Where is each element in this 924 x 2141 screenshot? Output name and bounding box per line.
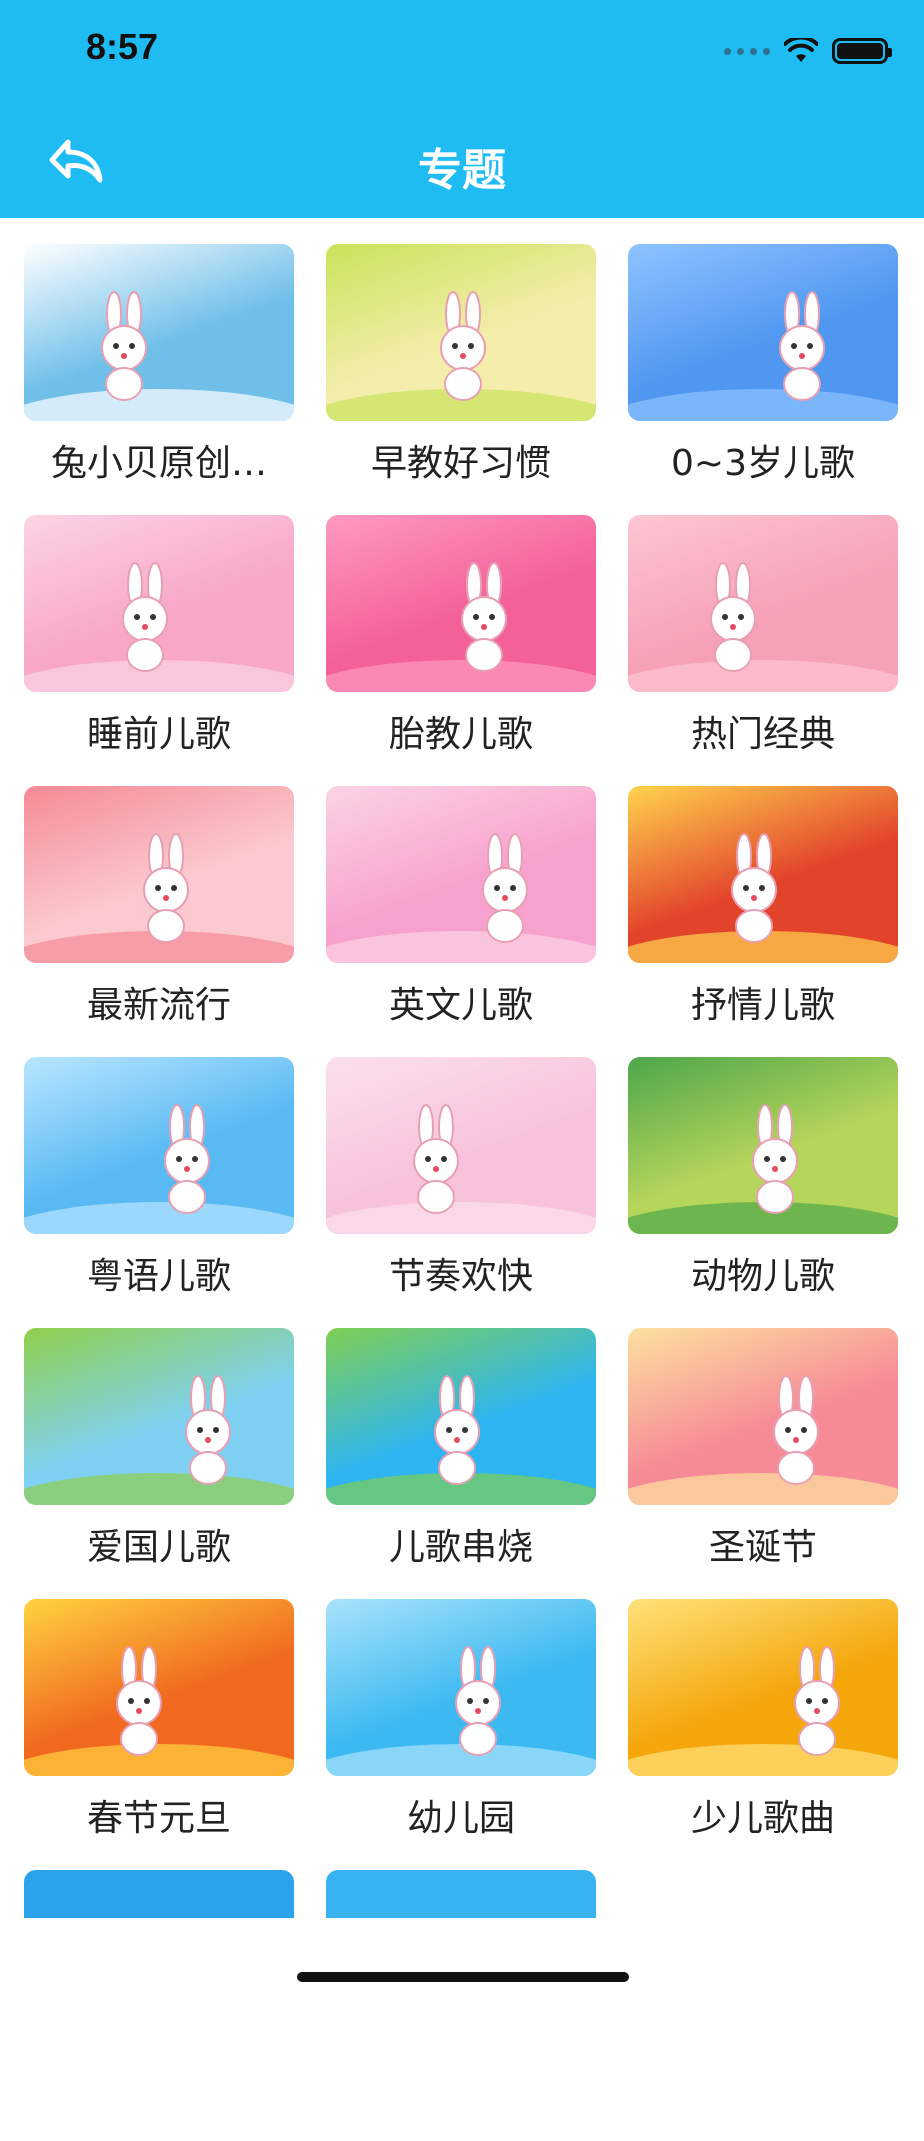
topic-thumbnail[interactable] xyxy=(24,1057,294,1234)
topic-label: 粤语儿歌 xyxy=(86,1256,231,1297)
bunny-illustration-icon xyxy=(24,1375,294,1505)
topic-card[interactable]: 幼儿园 xyxy=(326,1599,596,1870)
topic-card[interactable] xyxy=(326,1870,596,2141)
topic-card[interactable]: 抒情儿歌 xyxy=(628,786,898,1057)
topic-card[interactable]: 兔小贝原创… xyxy=(24,244,294,515)
wifi-icon xyxy=(784,38,818,62)
topic-label: 幼儿园 xyxy=(406,1798,515,1839)
topic-thumbnail[interactable] xyxy=(24,786,294,963)
bunny-illustration-icon xyxy=(326,1375,596,1505)
topic-card[interactable]: 儿歌串烧 xyxy=(326,1328,596,1599)
bunny-illustration-icon xyxy=(628,291,898,421)
topic-card[interactable]: 春节元旦 xyxy=(24,1599,294,1870)
bunny-illustration-icon xyxy=(628,1646,898,1776)
topic-thumbnail[interactable] xyxy=(326,515,596,692)
topic-card[interactable]: 少儿歌曲 xyxy=(628,1599,898,1870)
bunny-illustration-icon xyxy=(24,1646,294,1776)
cellular-signal-icon xyxy=(724,47,770,55)
bunny-illustration-icon xyxy=(326,562,596,692)
topic-card[interactable] xyxy=(24,1870,294,2141)
topic-label: 动物儿歌 xyxy=(690,1256,835,1297)
topic-label: 热门经典 xyxy=(690,714,835,755)
topic-thumbnail[interactable] xyxy=(326,1057,596,1234)
topic-label: 最新流行 xyxy=(86,985,231,1026)
topic-label: 睡前儿歌 xyxy=(86,714,231,755)
status-time: 8:57 xyxy=(86,26,159,67)
topic-card[interactable]: 早教好习惯 xyxy=(326,244,596,515)
topic-thumbnail[interactable] xyxy=(24,1870,294,1918)
topic-card[interactable]: 节奏欢快 xyxy=(326,1057,596,1328)
battery-icon xyxy=(832,38,892,64)
topic-thumbnail[interactable] xyxy=(326,1870,596,1918)
topic-card[interactable]: 最新流行 xyxy=(24,786,294,1057)
topic-card[interactable]: 英文儿歌 xyxy=(326,786,596,1057)
bunny-illustration-icon xyxy=(24,291,294,421)
bunny-illustration-icon xyxy=(24,562,294,692)
topic-thumbnail[interactable] xyxy=(24,244,294,421)
topic-card[interactable]: 动物儿歌 xyxy=(628,1057,898,1328)
bunny-illustration-icon xyxy=(628,562,898,692)
topic-card[interactable]: 粤语儿歌 xyxy=(24,1057,294,1328)
topic-card[interactable]: 0~3岁儿歌 xyxy=(628,244,898,515)
topic-thumbnail[interactable] xyxy=(326,1328,596,1505)
status-indicators xyxy=(724,34,892,68)
topic-label: 圣诞节 xyxy=(708,1527,817,1568)
bunny-illustration-icon xyxy=(326,1104,596,1234)
topic-thumbnail[interactable] xyxy=(628,1599,898,1776)
topic-card[interactable]: 圣诞节 xyxy=(628,1328,898,1599)
topic-label: 英文儿歌 xyxy=(388,985,533,1026)
topic-label: 0~3岁儿歌 xyxy=(671,443,855,484)
topic-label: 春节元旦 xyxy=(86,1798,231,1839)
topic-grid: 兔小贝原创… 早教好习惯 0~3岁儿歌睡前儿歌 胎教儿歌 热门经典最新流行 英文儿歌 抒情儿… xyxy=(24,244,900,2141)
topic-thumbnail[interactable] xyxy=(24,1599,294,1776)
bunny-illustration-icon xyxy=(628,1375,898,1505)
bunny-illustration-icon xyxy=(326,833,596,963)
topic-thumbnail[interactable] xyxy=(326,1599,596,1776)
topic-thumbnail[interactable] xyxy=(326,786,596,963)
topic-thumbnail[interactable] xyxy=(326,244,596,421)
topic-thumbnail[interactable] xyxy=(628,1328,898,1505)
bunny-illustration-icon xyxy=(326,291,596,421)
topic-thumbnail[interactable] xyxy=(628,244,898,421)
topic-label: 胎教儿歌 xyxy=(388,714,533,755)
bunny-illustration-icon xyxy=(628,833,898,963)
topic-label: 抒情儿歌 xyxy=(690,985,835,1026)
topic-card[interactable]: 睡前儿歌 xyxy=(24,515,294,786)
topic-thumbnail[interactable] xyxy=(24,1328,294,1505)
topic-label: 兔小贝原创… xyxy=(50,443,267,484)
bunny-illustration-icon xyxy=(326,1646,596,1776)
topic-label: 儿歌串烧 xyxy=(388,1527,533,1568)
topic-label: 节奏欢快 xyxy=(388,1256,533,1297)
topic-card[interactable]: 胎教儿歌 xyxy=(326,515,596,786)
topic-label: 少儿歌曲 xyxy=(690,1798,835,1839)
topic-thumbnail[interactable] xyxy=(628,515,898,692)
topic-thumbnail[interactable] xyxy=(24,515,294,692)
topic-label: 爱国儿歌 xyxy=(86,1527,231,1568)
topic-card[interactable]: 爱国儿歌 xyxy=(24,1328,294,1599)
home-indicator[interactable] xyxy=(297,1972,629,1982)
top-bar: 8:57 专题 xyxy=(0,0,924,218)
page-title: 专题 xyxy=(418,145,506,196)
topic-thumbnail[interactable] xyxy=(628,1057,898,1234)
topic-label: 早教好习惯 xyxy=(370,443,551,484)
topic-thumbnail[interactable] xyxy=(628,786,898,963)
bunny-illustration-icon xyxy=(628,1104,898,1234)
bunny-illustration-icon xyxy=(24,1104,294,1234)
bunny-illustration-icon xyxy=(24,833,294,963)
topic-card[interactable]: 热门经典 xyxy=(628,515,898,786)
